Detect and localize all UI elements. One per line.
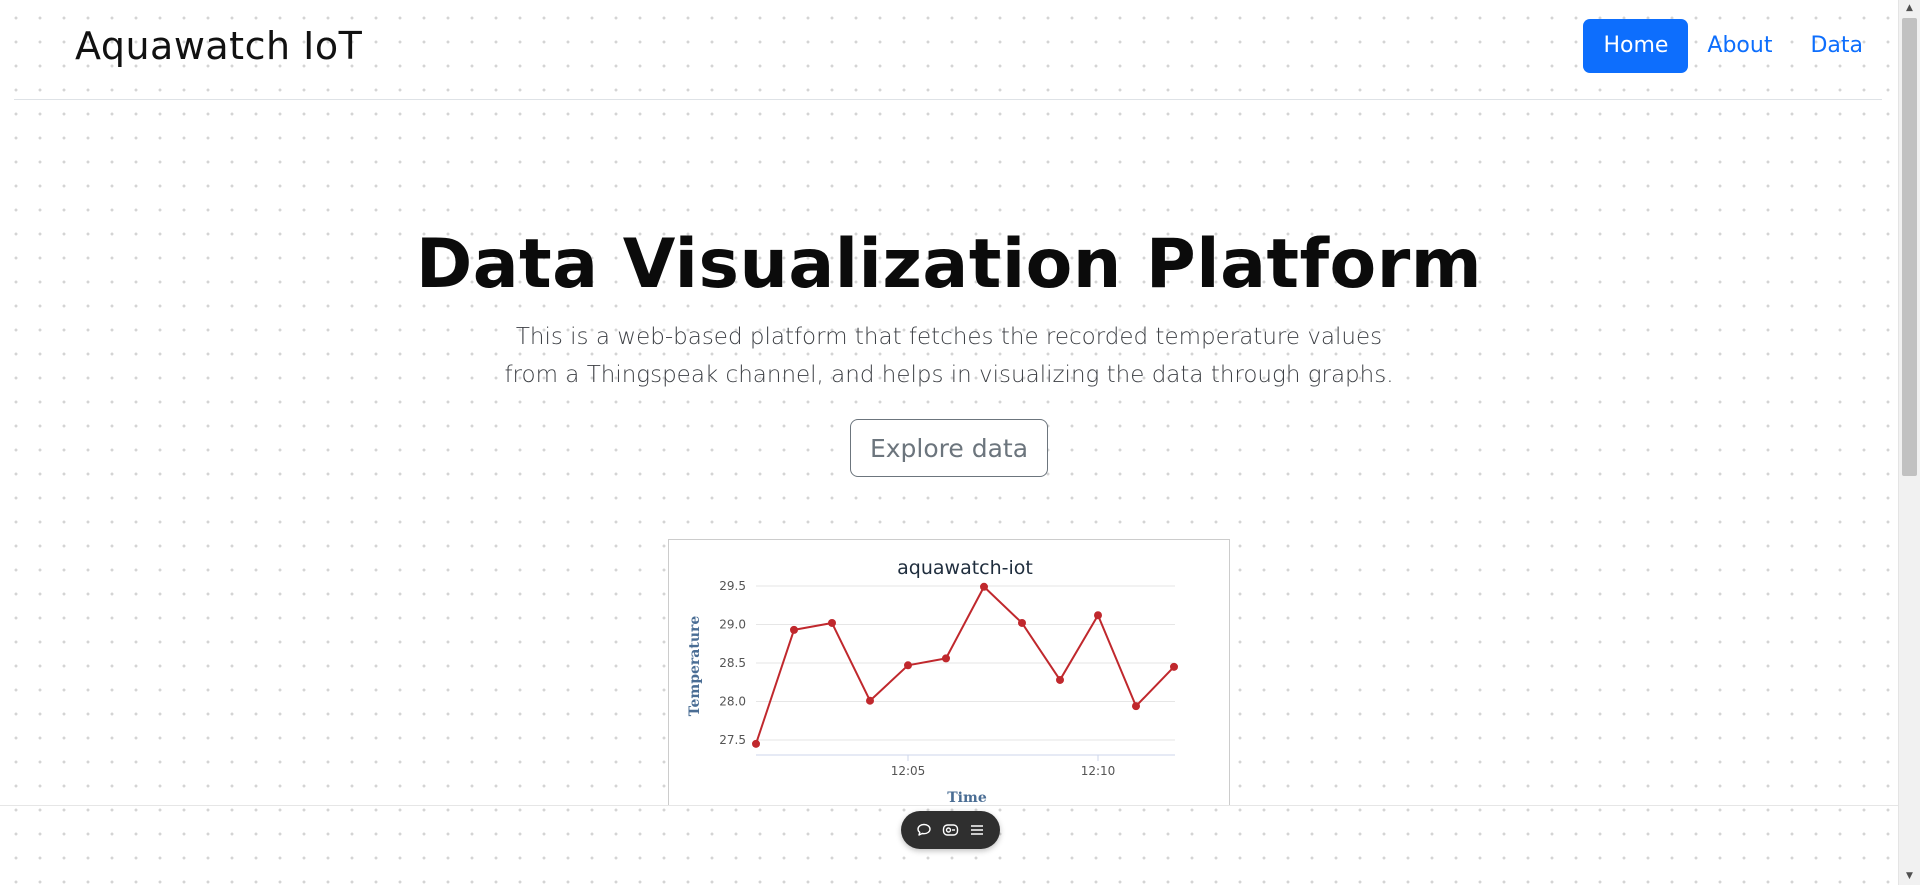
data-point[interactable] xyxy=(1056,675,1064,684)
scroll-down-arrow-icon[interactable]: ▼ xyxy=(1899,868,1920,885)
data-point[interactable] xyxy=(942,654,950,663)
x-tick-label: 12:05 xyxy=(891,764,926,778)
x-axis-label: Time xyxy=(947,790,987,806)
y-tick-label: 27.5 xyxy=(719,733,746,747)
nav-links: Home About Data xyxy=(1583,19,1882,73)
data-point[interactable] xyxy=(1170,662,1178,671)
y-axis-label: Temperature xyxy=(687,616,703,717)
series-temperature xyxy=(752,582,1178,748)
menu-icon[interactable] xyxy=(968,821,986,839)
data-point[interactable] xyxy=(752,739,760,748)
y-ticks: 27.5 28.0 28.5 29.0 29.5 xyxy=(719,579,746,747)
hero-description: This is a web-based platform that fetche… xyxy=(504,324,1394,388)
nav-data-link[interactable]: Data xyxy=(1791,19,1882,73)
data-point[interactable] xyxy=(904,661,912,670)
scrollbar-thumb[interactable] xyxy=(1902,18,1917,476)
data-point[interactable] xyxy=(866,696,874,705)
caption-icon[interactable] xyxy=(942,821,960,839)
comment-icon[interactable] xyxy=(915,821,933,839)
vertical-scrollbar[interactable]: ▲ ▼ xyxy=(1898,0,1920,885)
temperature-chart: aquawatch-iot Temperature Time 27.528.02… xyxy=(687,557,1178,806)
data-point[interactable] xyxy=(828,618,836,627)
grid-lines xyxy=(756,585,1175,756)
x-tick-label: 12:10 xyxy=(1081,764,1116,778)
hero-title: Data Visualization Platform xyxy=(415,225,1483,304)
nav-home-link[interactable]: Home xyxy=(1583,19,1689,73)
y-tick-label: 28.5 xyxy=(719,656,746,670)
x-ticks: 12:05 12:10 xyxy=(891,755,1116,778)
y-tick-label: 28.0 xyxy=(719,695,746,709)
chart-card: aquawatch-iot Temperature Time 27.5 28.0 2… xyxy=(668,539,1230,806)
data-point[interactable] xyxy=(1132,702,1140,711)
floating-toolbar xyxy=(901,811,1000,849)
y-tick-label: 29.5 xyxy=(719,579,746,593)
chart-title: aquawatch-iot xyxy=(897,557,1033,579)
data-point[interactable] xyxy=(1094,611,1102,620)
series-line xyxy=(755,585,1175,745)
hero-section: Data Visualization Platform This is a we… xyxy=(0,220,1898,394)
navbar: Aquawatch IoT Home About Data xyxy=(14,0,1882,100)
brand-title[interactable]: Aquawatch IoT xyxy=(75,24,362,68)
footer-divider xyxy=(0,805,1898,806)
data-point[interactable] xyxy=(1018,618,1026,627)
data-point[interactable] xyxy=(980,582,988,591)
scroll-up-arrow-icon[interactable]: ▲ xyxy=(1899,0,1920,17)
explore-data-button[interactable]: Explore data xyxy=(850,419,1048,477)
nav-about-link[interactable]: About xyxy=(1688,19,1791,73)
data-point[interactable] xyxy=(790,625,798,634)
y-tick-label: 29.0 xyxy=(719,618,746,632)
